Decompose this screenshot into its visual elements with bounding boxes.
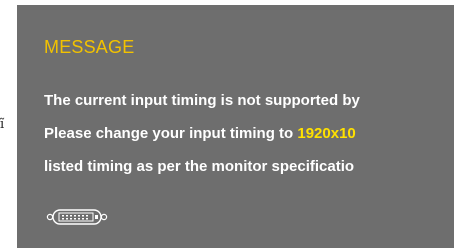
message-line-3: listed timing as per the monitor specifi… <box>44 158 355 175</box>
message-line-2: Please change your input timing to 1920x… <box>44 125 356 142</box>
dvi-connector-icon <box>46 209 108 225</box>
message-line-2-text: Please change your input timing to <box>44 125 298 142</box>
stray-character: ĩ <box>0 117 5 132</box>
recommended-timing: 1920x10 <box>297 125 356 142</box>
message-line-1: The current input timing is not supporte… <box>44 92 360 109</box>
message-title: MESSAGE <box>44 37 135 57</box>
page: ĩ MESSAGE The current input timing is no… <box>0 0 454 248</box>
osd-message-panel: MESSAGE The current input timing is not … <box>17 5 454 248</box>
